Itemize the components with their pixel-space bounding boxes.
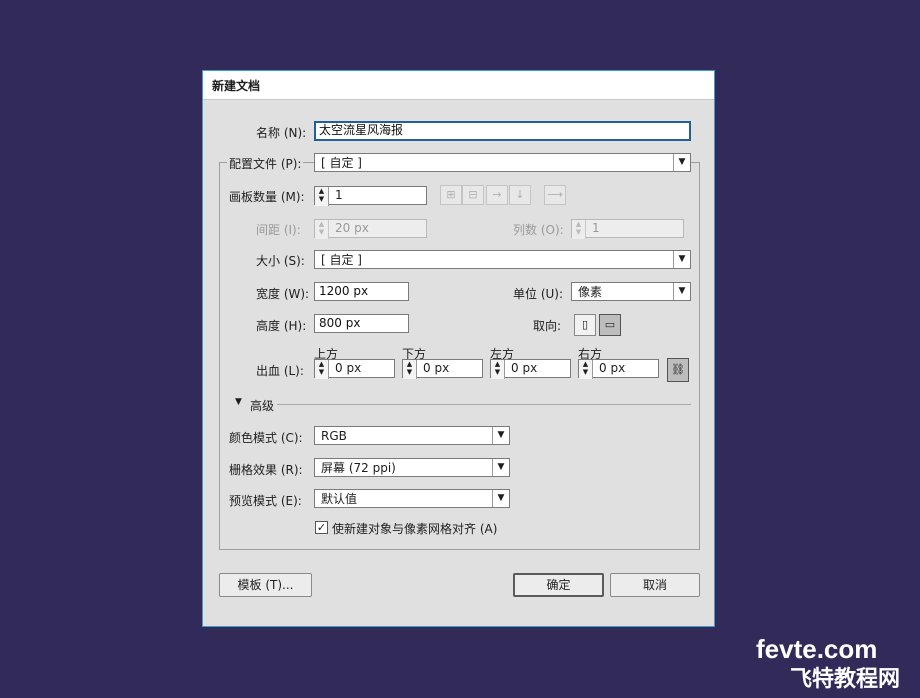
bleed-right-value: 0 px [599, 361, 626, 375]
arrange-by-column-icon[interactable]: ↓ [509, 185, 531, 205]
dialog-title: 新建文档 [212, 79, 261, 93]
bleed-bottom-stepper[interactable]: ▲ ▼ 0 px [402, 359, 483, 379]
height-input[interactable]: 800 px [314, 314, 409, 333]
raster-effects-select[interactable]: 屏幕 (72 ppi) ▼ [314, 458, 510, 477]
preview-mode-label: 预览模式 (E): [229, 494, 302, 508]
artboards-value: 1 [335, 188, 343, 202]
advanced-divider [277, 404, 691, 405]
triangle-down-icon[interactable]: ▼ [235, 397, 242, 407]
artboards-stepper[interactable]: ▲ ▼ 1 [314, 186, 427, 206]
bleed-label: 出血 (L): [256, 364, 304, 378]
landscape-orientation-icon[interactable]: ▭ [599, 314, 621, 336]
grid-by-column-icon[interactable]: ⊟ [462, 185, 484, 205]
stepper-arrows-icon: ▲ ▼ [572, 220, 586, 239]
width-input[interactable]: 1200 px [314, 282, 409, 301]
stepper-arrows-icon[interactable]: ▲ ▼ [315, 187, 329, 206]
bleed-bottom-value: 0 px [423, 361, 450, 375]
templates-button[interactable]: 模板 (T)... [219, 573, 312, 597]
size-select[interactable]: [ 自定 ] ▼ [314, 250, 691, 269]
orientation-label: 取向: [533, 319, 562, 333]
size-label: 大小 (S): [256, 254, 305, 268]
chevron-down-icon: ▼ [492, 490, 509, 507]
chevron-down-icon: ▼ [492, 459, 509, 476]
watermark-site-name: 飞特教程网 [790, 666, 901, 691]
spacing-stepper[interactable]: ▲ ▼ 20 px [314, 219, 427, 239]
name-input[interactable]: 太空流星风海报 [314, 121, 691, 141]
height-label: 高度 (H): [256, 319, 307, 333]
chevron-down-icon: ▼ [673, 251, 690, 268]
stepper-arrows-icon[interactable]: ▲ ▼ [403, 360, 417, 379]
columns-stepper[interactable]: ▲ ▼ 1 [571, 219, 684, 239]
spacing-value: 20 px [335, 221, 369, 235]
name-label: 名称 (N): [256, 126, 307, 140]
chevron-down-icon: ▼ [673, 154, 690, 171]
chevron-down-icon: ▼ [492, 427, 509, 444]
width-label: 宽度 (W): [256, 287, 310, 301]
stepper-arrows-icon[interactable]: ▲ ▼ [579, 360, 593, 379]
profile-select-value: [ 自定 ] [321, 156, 362, 170]
color-mode-label: 颜色模式 (C): [229, 431, 303, 445]
ok-button[interactable]: 确定 [513, 573, 604, 597]
grid-by-row-icon[interactable]: ⊞ [440, 185, 462, 205]
portrait-orientation-icon[interactable]: ▯ [574, 314, 596, 336]
columns-value: 1 [592, 221, 600, 235]
profile-label: 配置文件 (P): [227, 155, 304, 172]
bleed-left-stepper[interactable]: ▲ ▼ 0 px [490, 359, 571, 379]
bleed-right-stepper[interactable]: ▲ ▼ 0 px [578, 359, 659, 379]
raster-effects-label: 栅格效果 (R): [229, 463, 303, 477]
stepper-arrows-icon: ▲ ▼ [315, 220, 329, 239]
spacing-label: 间距 (I): [256, 223, 301, 237]
profile-select[interactable]: [ 自定 ] ▼ [314, 153, 691, 172]
right-to-left-icon[interactable]: ⟶ [544, 185, 566, 205]
size-select-value: [ 自定 ] [321, 253, 362, 267]
raster-effects-value: 屏幕 (72 ppi) [321, 461, 396, 475]
units-select[interactable]: 像素 ▼ [571, 282, 691, 301]
bleed-left-value: 0 px [511, 361, 538, 375]
link-icon[interactable]: ⛓ [667, 358, 689, 382]
bleed-top-stepper[interactable]: ▲ ▼ 0 px [314, 359, 395, 379]
columns-label: 列数 (O): [513, 223, 564, 237]
chevron-down-icon: ▼ [673, 283, 690, 300]
preview-mode-select[interactable]: 默认值 ▼ [314, 489, 510, 508]
color-mode-select[interactable]: RGB ▼ [314, 426, 510, 445]
align-pixel-grid-checkbox[interactable]: ✓ [315, 521, 328, 534]
stepper-arrows-icon[interactable]: ▲ ▼ [491, 360, 505, 379]
cancel-button[interactable]: 取消 [610, 573, 700, 597]
units-select-value: 像素 [578, 285, 603, 299]
dialog-titlebar[interactable]: 新建文档 [203, 71, 714, 100]
align-pixel-grid-label[interactable]: 使新建对象与像素网格对齐 (A) [332, 520, 497, 537]
color-mode-value: RGB [321, 429, 347, 443]
advanced-label[interactable]: 高级 [250, 397, 274, 414]
units-label: 单位 (U): [513, 287, 564, 301]
preview-mode-value: 默认值 [321, 492, 358, 506]
bleed-top-value: 0 px [335, 361, 362, 375]
new-document-dialog: 新建文档 名称 (N): 太空流星风海报 配置文件 (P): [ 自定 ] ▼ … [202, 70, 715, 627]
artboards-label: 画板数量 (M): [229, 190, 305, 204]
stepper-arrows-icon[interactable]: ▲ ▼ [315, 360, 329, 379]
arrange-by-row-icon[interactable]: → [486, 185, 508, 205]
